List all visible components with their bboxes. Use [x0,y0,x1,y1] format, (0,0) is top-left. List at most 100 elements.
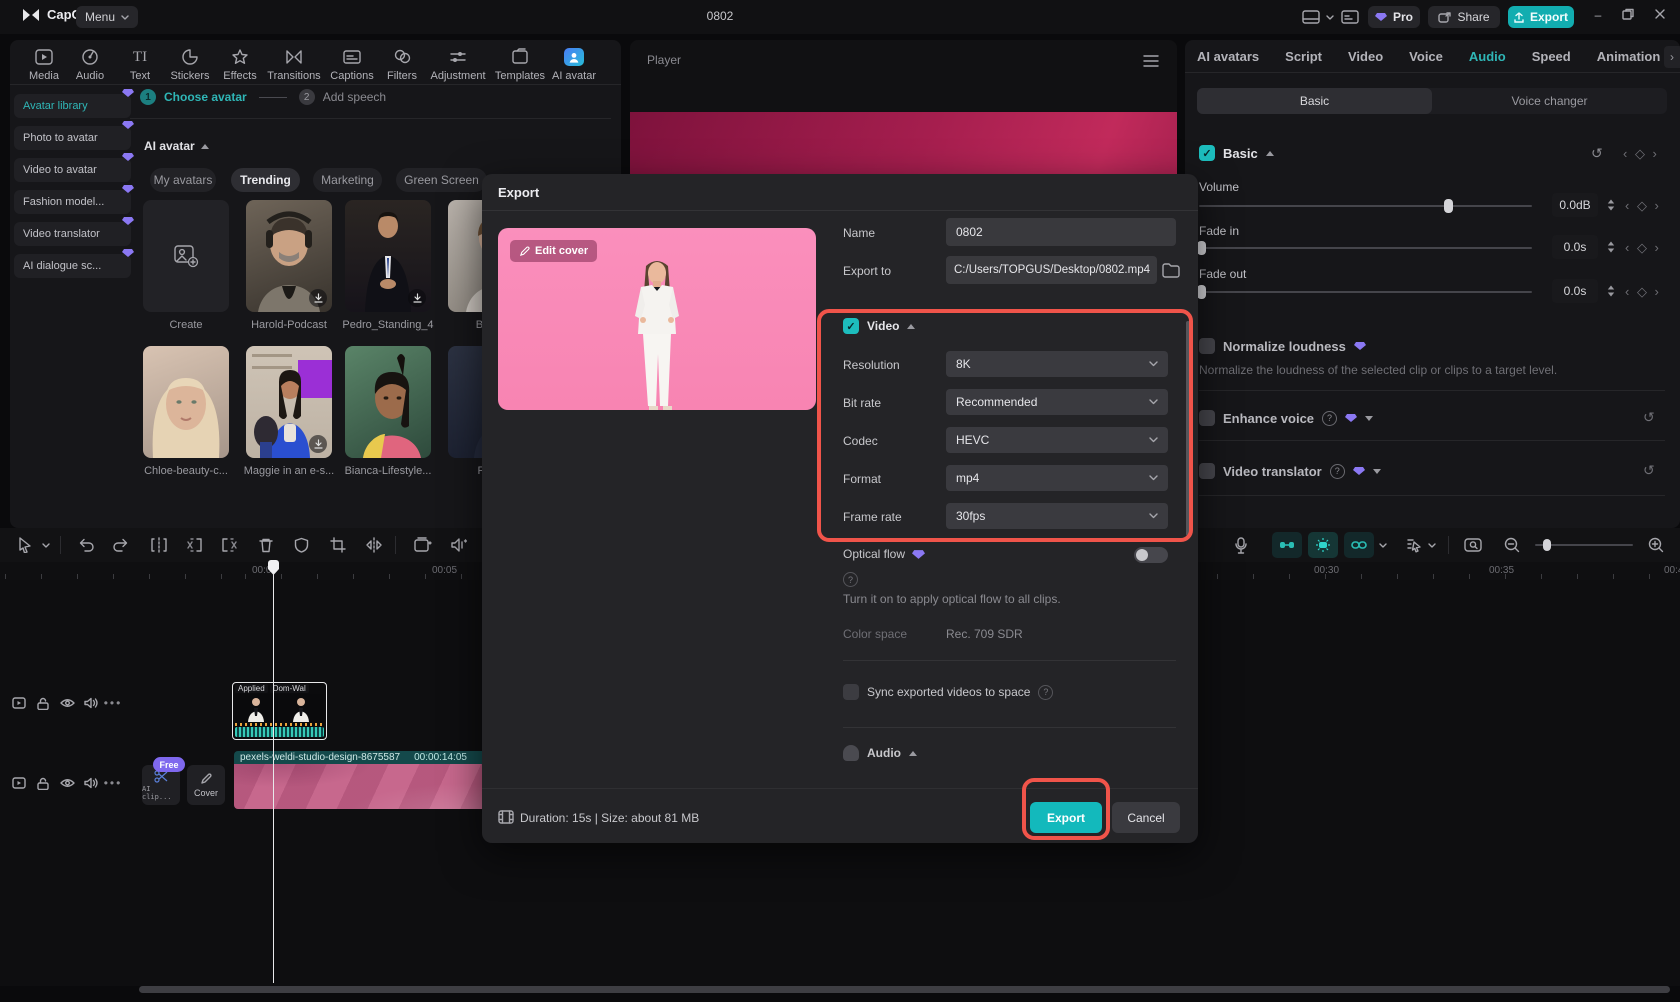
fade-in-stepper[interactable] [1604,235,1618,259]
menu-button[interactable]: Menu [76,6,138,28]
fade-in-keyframe-controls[interactable]: ‹ ◇ › [1625,240,1661,256]
collapse-arrow-icon[interactable] [200,143,209,149]
sidebar-item-ai-dialogue[interactable]: AI dialogue sc... [14,249,134,278]
layout-chevron-icon[interactable] [1326,15,1334,20]
export-button-titlebar[interactable]: Export [1508,6,1574,28]
track1-visibility-icon[interactable] [56,692,78,714]
tab-audio[interactable]: Audio [1469,49,1506,64]
export-path-input[interactable]: C:/Users/TOPGUS/Desktop/0802.mp4 [946,256,1157,284]
zoom-out-icon[interactable] [1504,537,1520,553]
delete-left-icon[interactable] [185,537,203,553]
split-icon[interactable] [150,537,168,553]
expand-arrow-icon[interactable] [1372,468,1381,474]
tab-script[interactable]: Script [1285,49,1322,64]
avatar-card-pedro[interactable] [345,200,431,312]
sidebar-item-video-translator[interactable]: Video translator [14,217,134,246]
tab-green-screen[interactable]: Green Screen [396,168,487,192]
collapse-arrow-icon[interactable] [907,323,916,329]
track2-lock-icon[interactable] [32,772,54,794]
fade-in-value[interactable]: 0.0s [1552,235,1598,259]
track1-mute-icon[interactable] [80,692,102,714]
undo-icon[interactable] [77,537,95,553]
auto-split-toggle[interactable] [1308,532,1338,558]
click-preview-icon[interactable] [1406,537,1422,553]
timeline-zoom-slider[interactable] [1535,539,1633,551]
audio-section-checkbox[interactable] [843,745,859,761]
volume-keyframe-controls[interactable]: ‹ ◇ › [1625,198,1661,214]
cancel-button[interactable]: Cancel [1112,802,1180,833]
playhead[interactable] [268,560,279,986]
magnetic-snap-toggle[interactable] [1272,532,1302,558]
link-clips-toggle[interactable] [1344,532,1374,558]
subtab-basic[interactable]: Basic [1197,88,1432,114]
normalize-loudness-checkbox[interactable] [1199,338,1215,354]
sync-space-checkbox[interactable] [843,684,859,700]
subtab-voice-changer[interactable]: Voice changer [1432,88,1667,114]
layout-panels-icon[interactable] [1302,10,1320,24]
avatar-clip[interactable]: Applied Dom-Wal [232,682,327,740]
toolbar-item-adjustment[interactable]: Adjustment [426,48,490,82]
tab-my-avatars[interactable]: My avatars [150,168,216,192]
toolbar-item-ai-avatar[interactable]: AI avatar [542,48,606,82]
fade-out-slider-handle[interactable] [1197,285,1206,299]
avatar-card-maggie[interactable] [246,346,332,458]
volume-slider[interactable] [1199,199,1532,213]
avatar-card-harold[interactable] [246,200,332,312]
sidebar-item-video-to-avatar[interactable]: Video to avatar [14,153,134,182]
close-button[interactable] [1654,8,1670,24]
tab-animation[interactable]: Animation [1597,49,1661,64]
step2-label[interactable]: Add speech [323,90,386,104]
track2-visibility-icon[interactable] [56,772,78,794]
sidebar-item-photo-to-avatar[interactable]: Photo to avatar [14,121,134,150]
enhance-voice-reset-icon[interactable]: ↺ [1643,409,1655,426]
folder-icon[interactable] [1162,263,1180,278]
fade-out-slider[interactable] [1197,285,1532,299]
tab-trending[interactable]: Trending [231,168,300,192]
video-translator-reset-icon[interactable]: ↺ [1643,462,1655,479]
download-icon[interactable] [309,289,327,307]
fade-in-slider-handle[interactable] [1197,241,1206,255]
timeline-hscrollbar[interactable] [139,986,1670,993]
export-frame-icon[interactable] [414,537,432,553]
delete-right-icon[interactable] [221,537,239,553]
name-input[interactable]: 0802 [946,218,1176,246]
toolbar-item-transitions[interactable]: Transitions [262,48,326,82]
dialog-scrollbar[interactable] [1186,321,1190,536]
track1-lock-icon[interactable] [32,692,54,714]
share-button[interactable]: Share [1428,6,1500,28]
volume-slider-handle[interactable] [1444,199,1453,213]
avatar-card-bianca[interactable] [345,346,431,458]
sidebar-item-fashion-model[interactable]: Fashion model... [14,185,134,214]
download-icon[interactable] [309,435,327,453]
preview-zoom-icon[interactable] [1464,538,1482,552]
timeline-panel-icon[interactable] [1341,10,1359,24]
mirror-icon[interactable] [365,537,383,553]
tab-voice[interactable]: Voice [1409,49,1443,64]
optical-flow-toggle[interactable] [1134,547,1168,563]
download-icon[interactable] [408,289,426,307]
help-icon[interactable]: ? [1329,463,1345,479]
fade-out-value[interactable]: 0.0s [1552,279,1598,303]
expand-arrow-icon[interactable] [1365,415,1374,421]
fade-out-keyframe-controls[interactable]: ‹ ◇ › [1625,284,1661,300]
select-tool-chevron-icon[interactable] [42,543,50,548]
preview-chevron-icon[interactable] [1428,543,1436,548]
cover-button[interactable]: Cover [187,765,225,805]
codec-select[interactable]: HEVC [946,427,1168,453]
zoom-in-icon[interactable] [1648,537,1664,553]
extract-audio-icon[interactable] [449,537,467,553]
timeline-zoom-handle[interactable] [1543,539,1551,551]
help-icon[interactable]: ? [1038,684,1054,700]
link-chevron-icon[interactable] [1379,543,1387,548]
collapse-arrow-icon[interactable] [909,750,917,756]
avatar-card-chloe[interactable] [143,346,229,458]
video-translator-checkbox[interactable] [1199,463,1215,479]
select-tool-icon[interactable] [18,537,32,553]
redo-icon[interactable] [112,537,130,553]
collapse-arrow-icon[interactable] [1265,150,1274,156]
export-confirm-button[interactable]: Export [1030,802,1102,833]
resolution-select[interactable]: 8K [946,351,1168,377]
enhance-voice-checkbox[interactable] [1199,410,1215,426]
crop-icon[interactable] [330,537,346,553]
track1-type-icon[interactable] [8,692,30,714]
